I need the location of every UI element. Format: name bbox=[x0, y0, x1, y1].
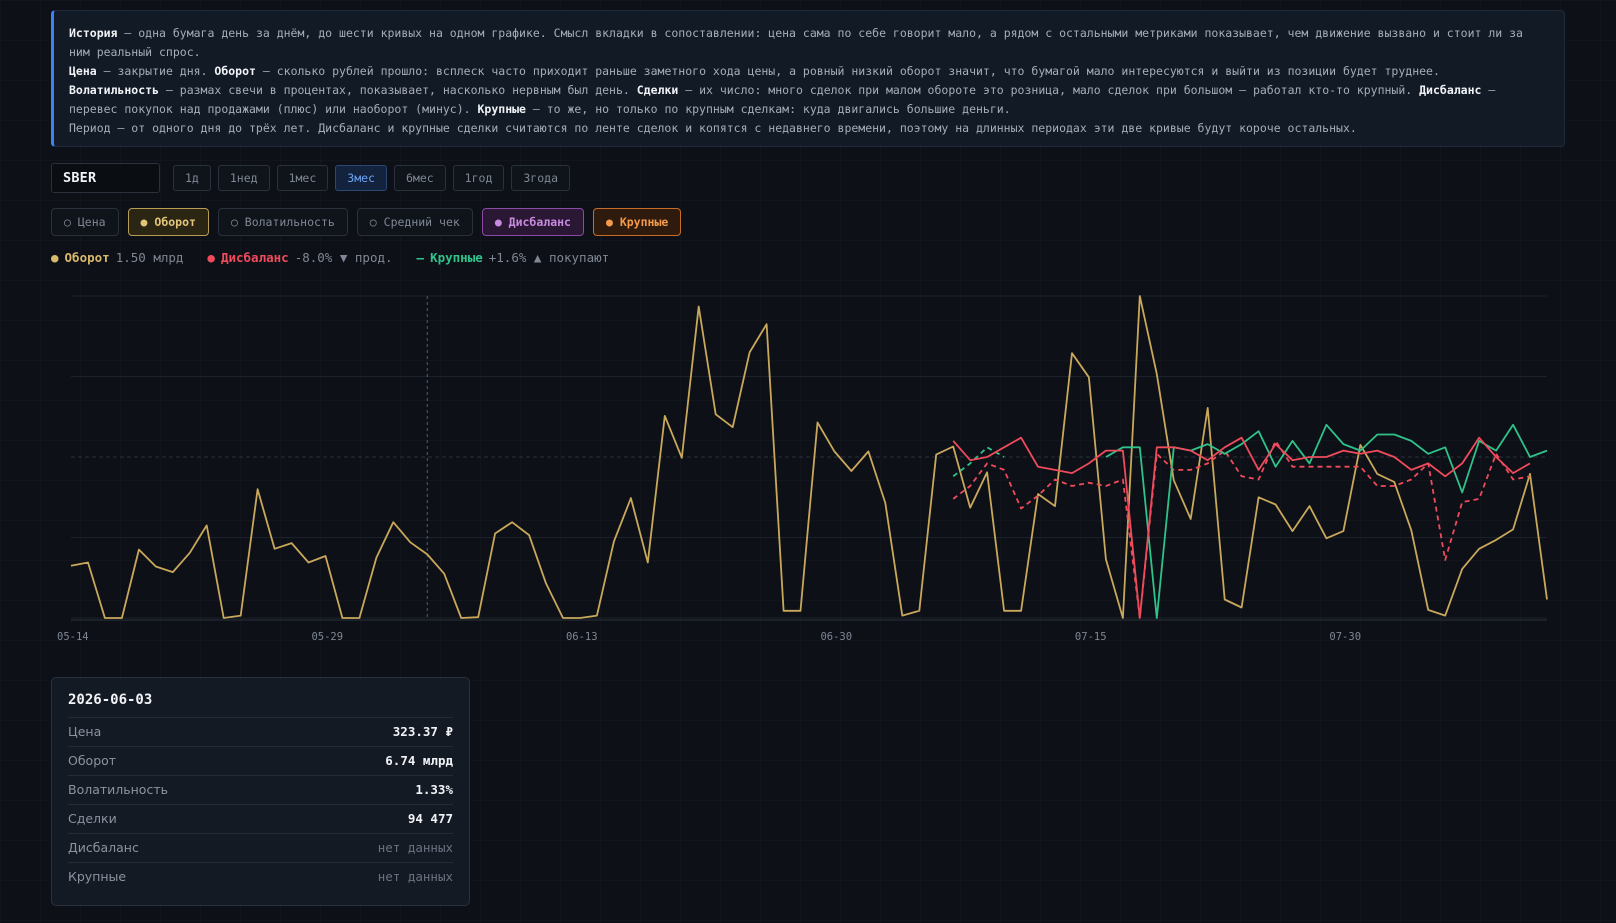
tooltip-key: Дисбаланс bbox=[68, 840, 139, 855]
tooltip-date: 2026-06-03 bbox=[68, 692, 153, 708]
tooltip-key: Цена bbox=[68, 724, 102, 739]
tooltip-key: Сделки bbox=[68, 811, 117, 826]
history-chart[interactable]: 05-14 05-29 06-13 06-30 07-15 07-30 bbox=[0, 280, 1616, 640]
info-term: Цена bbox=[69, 64, 97, 79]
info-text: Период — от одного дня до трёх лет. Дисб… bbox=[69, 121, 1357, 136]
period-button[interactable]: 6мес bbox=[393, 165, 446, 191]
metric-toggle[interactable]: ○ Средний чек bbox=[356, 208, 473, 236]
metric-toggle[interactable]: ● Оборот bbox=[127, 208, 209, 236]
tooltip-value: 1.33% bbox=[415, 782, 453, 797]
info-paragraph: Цена — закрытие дня. Оборот — сколько ру… bbox=[69, 62, 1548, 81]
hover-tooltip: 2026-06-03 Цена 323.37 ₽ Оборот 6.74 млрд Во… bbox=[51, 677, 470, 906]
series-line-2 bbox=[1105, 423, 1548, 619]
page-title-fragment bbox=[84, 0, 124, 2]
legend-marker: — bbox=[416, 250, 425, 265]
series-line-1 bbox=[952, 436, 1531, 619]
chart-legend: ● Оборот 1.50 млрд ● Дисбаланс -8.0% ▼ прод. —… bbox=[51, 250, 609, 265]
info-term: Дисбаланс bbox=[1419, 83, 1482, 98]
info-term: Волатильность bbox=[69, 83, 160, 98]
legend-item: — Крупные +1.6% ▲ покупают bbox=[417, 250, 610, 265]
x-tick-label: 05-29 bbox=[311, 631, 343, 640]
metric-toggle[interactable]: ○ Волатильность bbox=[217, 208, 348, 236]
legend-value: 1.50 млрд bbox=[115, 250, 184, 265]
tooltip-row: Волатильность 1.33% bbox=[68, 775, 453, 804]
tooltip-key: Оборот bbox=[68, 753, 117, 768]
metric-toggle[interactable]: ● Дисбаланс bbox=[481, 208, 584, 236]
x-tick-label: 07-30 bbox=[1329, 631, 1361, 640]
ticker-input[interactable]: SBER bbox=[51, 163, 160, 193]
info-text: — закрытие дня. bbox=[96, 64, 215, 79]
tooltip-value: 6.74 млрд bbox=[385, 753, 453, 768]
tooltip-row: Сделки 94 477 bbox=[68, 804, 453, 833]
info-paragraph: Волатильность — размах свечи в процентах… bbox=[69, 81, 1548, 119]
tooltip-value: 323.37 ₽ bbox=[392, 724, 453, 739]
period-button[interactable]: 1д bbox=[173, 165, 211, 191]
period-button[interactable]: 1нед bbox=[217, 165, 270, 191]
metric-toggle[interactable]: ○ Цена bbox=[51, 208, 119, 236]
period-selector: 1д 1нед 1мес 3мес 6мес 1год 3года bbox=[173, 165, 570, 191]
info-term: История bbox=[69, 26, 118, 40]
info-text: — сколько рублей прошло: всплеск часто п… bbox=[255, 64, 1440, 79]
tooltip-value: нет данных bbox=[377, 869, 453, 884]
tooltip-row: Оборот 6.74 млрд bbox=[68, 746, 453, 775]
tooltip-key: Крупные bbox=[68, 869, 127, 884]
x-tick-label: 07-15 bbox=[1075, 631, 1107, 640]
info-paragraph: История — одна бумага день за днём, до ш… bbox=[69, 24, 1548, 62]
tooltip-row: Крупные нет данных bbox=[68, 862, 453, 891]
legend-name: Крупные bbox=[430, 250, 483, 265]
legend-value: +1.6% ▲ покупают bbox=[488, 250, 610, 265]
legend-marker: ● bbox=[51, 250, 59, 265]
period-button[interactable]: 1год bbox=[452, 165, 505, 191]
period-button[interactable]: 1мес bbox=[276, 165, 329, 191]
x-tick-label: 06-13 bbox=[566, 631, 598, 640]
tooltip-row: Цена 323.37 ₽ bbox=[68, 717, 453, 746]
info-text: — одна бумага день за днём, до шести кри… bbox=[69, 26, 1523, 60]
info-term: Оборот bbox=[214, 64, 256, 79]
metric-toggle[interactable]: ● Крупные bbox=[592, 208, 682, 236]
info-text: — то же, но только по крупным сделкам: к… bbox=[525, 102, 1011, 117]
legend-name: Оборот bbox=[64, 250, 110, 265]
info-term: Крупные bbox=[477, 102, 526, 117]
info-text: — их число: много сделок при малом оборо… bbox=[678, 83, 1420, 98]
info-panel: История — одна бумага день за днём, до ш… bbox=[51, 10, 1565, 147]
x-tick-label: 05-14 bbox=[57, 631, 89, 640]
tooltip-row: Дисбаланс нет данных bbox=[68, 833, 453, 862]
legend-value: -8.0% ▼ прод. bbox=[294, 250, 393, 265]
info-text: — размах свечи в процентах, показывает, … bbox=[159, 83, 637, 98]
x-tick-label: 06-30 bbox=[820, 631, 852, 640]
legend-name: Дисбаланс bbox=[220, 250, 289, 265]
period-button[interactable]: 3мес bbox=[335, 165, 387, 191]
tooltip-key: Волатильность bbox=[68, 782, 168, 797]
legend-marker: ● bbox=[207, 250, 215, 265]
legend-item: ● Оборот 1.50 млрд bbox=[51, 250, 183, 265]
metric-toggles: ○ Цена ● Оборот ○ Волатильность ○ Средний ч… bbox=[51, 208, 682, 236]
period-button[interactable]: 3года bbox=[511, 165, 570, 191]
info-paragraph: Период — от одного дня до трёх лет. Дисб… bbox=[69, 119, 1548, 138]
info-term: Сделки bbox=[636, 83, 679, 98]
tooltip-value: нет данных bbox=[377, 840, 453, 855]
legend-item: ● Дисбаланс -8.0% ▼ прод. bbox=[207, 250, 392, 265]
tooltip-value: 94 477 bbox=[407, 811, 453, 826]
